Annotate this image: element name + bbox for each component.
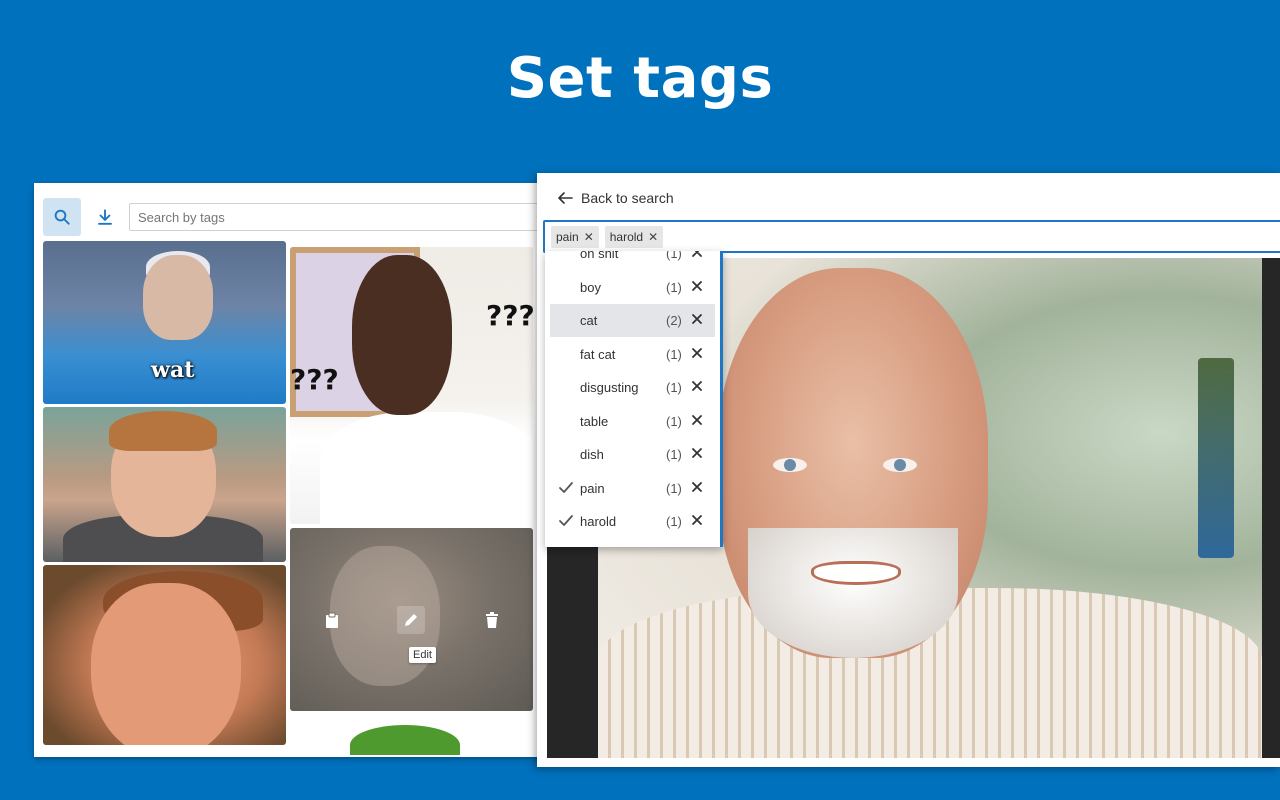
thumbnail-wat[interactable]: wat (43, 241, 286, 404)
tag-option-label: harold (580, 514, 617, 529)
back-label: Back to search (581, 190, 674, 206)
check-icon (559, 515, 573, 526)
tag-dropdown: oh shit (1) boy (1) cat (2) fat cat (1) disgusti… (545, 251, 723, 547)
thumbnail-harold-hover[interactable]: Edit (290, 528, 533, 711)
tag-option[interactable]: pain (1) (550, 472, 715, 505)
tag-option-count: (1) (666, 514, 682, 529)
thumbnail-kid[interactable] (43, 407, 286, 562)
back-to-search-link[interactable]: Back to search (557, 188, 674, 208)
tag-option[interactable]: boy (1) (550, 271, 715, 304)
tag-option-count: (2) (666, 313, 682, 328)
thumbnail-caption: wat (151, 357, 195, 383)
copy-button[interactable] (318, 606, 346, 634)
pencil-icon (405, 614, 417, 626)
tag-option[interactable]: oh shit (1) (550, 251, 715, 270)
thumbnail-figure (352, 255, 452, 415)
photo-beard (748, 528, 958, 658)
headline: Set tags (506, 46, 774, 111)
tag-chip-label: harold (609, 229, 644, 244)
tag-option-label: boy (580, 279, 601, 295)
tag-chip-pain[interactable]: pain ✕ (551, 225, 599, 248)
thumbnail-figure (109, 411, 217, 451)
photo-mouth (811, 561, 901, 585)
photo-background-object (1198, 358, 1234, 558)
close-icon[interactable] (690, 312, 704, 326)
tag-option-count: (1) (666, 346, 682, 362)
tag-option-count: (1) (666, 279, 682, 295)
thumbnail-figure (143, 255, 213, 340)
check-icon (559, 481, 573, 493)
close-icon[interactable] (690, 513, 704, 527)
tag-option-label: cat (580, 313, 598, 328)
tag-input[interactable]: pain ✕ harold ✕ (543, 220, 1280, 253)
tag-option-count: (1) (666, 480, 682, 496)
tag-option[interactable]: fat cat (1) (550, 338, 715, 371)
thumbnail-caption: ??? (486, 299, 533, 332)
thumbnail-figure (320, 412, 533, 524)
tag-option-count: (1) (666, 413, 682, 429)
edit-button[interactable] (397, 606, 425, 634)
delete-button[interactable] (478, 606, 506, 634)
thumbnail-figure (350, 725, 460, 755)
close-icon[interactable] (690, 279, 704, 293)
close-icon[interactable] (690, 446, 704, 460)
close-icon[interactable]: ✕ (648, 230, 658, 244)
tag-option[interactable]: harold (1) (550, 505, 715, 538)
gallery-window: wat ??? ??? (34, 183, 544, 757)
close-icon[interactable] (690, 379, 704, 393)
tag-option-label: oh shit (580, 251, 619, 261)
trash-icon (486, 612, 498, 628)
thumbnail-caption: ??? (290, 363, 339, 396)
tag-chip-label: pain (556, 229, 579, 244)
tag-option[interactable]: disgusting (1) (550, 371, 715, 404)
tag-option-count: (1) (666, 251, 682, 261)
close-icon[interactable]: ✕ (584, 230, 594, 244)
photo-eye (883, 458, 917, 472)
clipboard-icon (326, 612, 338, 628)
close-icon[interactable] (690, 480, 704, 494)
photo-eye (773, 458, 807, 472)
tag-option-label: disgusting (580, 380, 639, 395)
search-button[interactable] (43, 198, 81, 236)
tag-option-label: fat cat (580, 346, 616, 362)
close-icon[interactable] (690, 413, 704, 427)
tag-option[interactable]: table (1) (550, 405, 715, 438)
edit-window: Back to search pain ✕ harold ✕ oh shit (1… (537, 173, 1280, 767)
tag-option-count: (1) (666, 447, 682, 462)
download-button[interactable] (86, 198, 124, 236)
download-icon (98, 209, 112, 225)
edit-tooltip: Edit (409, 647, 436, 663)
thumbnail-pepe[interactable] (290, 715, 533, 755)
tag-option[interactable]: cat (2) (550, 304, 715, 337)
close-icon[interactable] (690, 251, 704, 259)
search-input[interactable] (129, 203, 544, 231)
tag-chip-harold[interactable]: harold ✕ (604, 225, 664, 248)
thumbnail-confused[interactable]: ??? ??? (290, 247, 533, 524)
thumbnail-figure (91, 583, 241, 745)
thumbnail-cage[interactable] (43, 565, 286, 745)
arrow-left-icon (558, 192, 573, 204)
tag-option-count: (1) (666, 380, 682, 395)
search-icon (54, 209, 70, 225)
tag-option[interactable]: dish (1) (550, 438, 715, 471)
tag-option-label: table (580, 413, 609, 429)
close-icon[interactable] (690, 346, 704, 360)
tag-option-label: pain (580, 480, 605, 496)
tag-option-label: dish (580, 447, 604, 462)
